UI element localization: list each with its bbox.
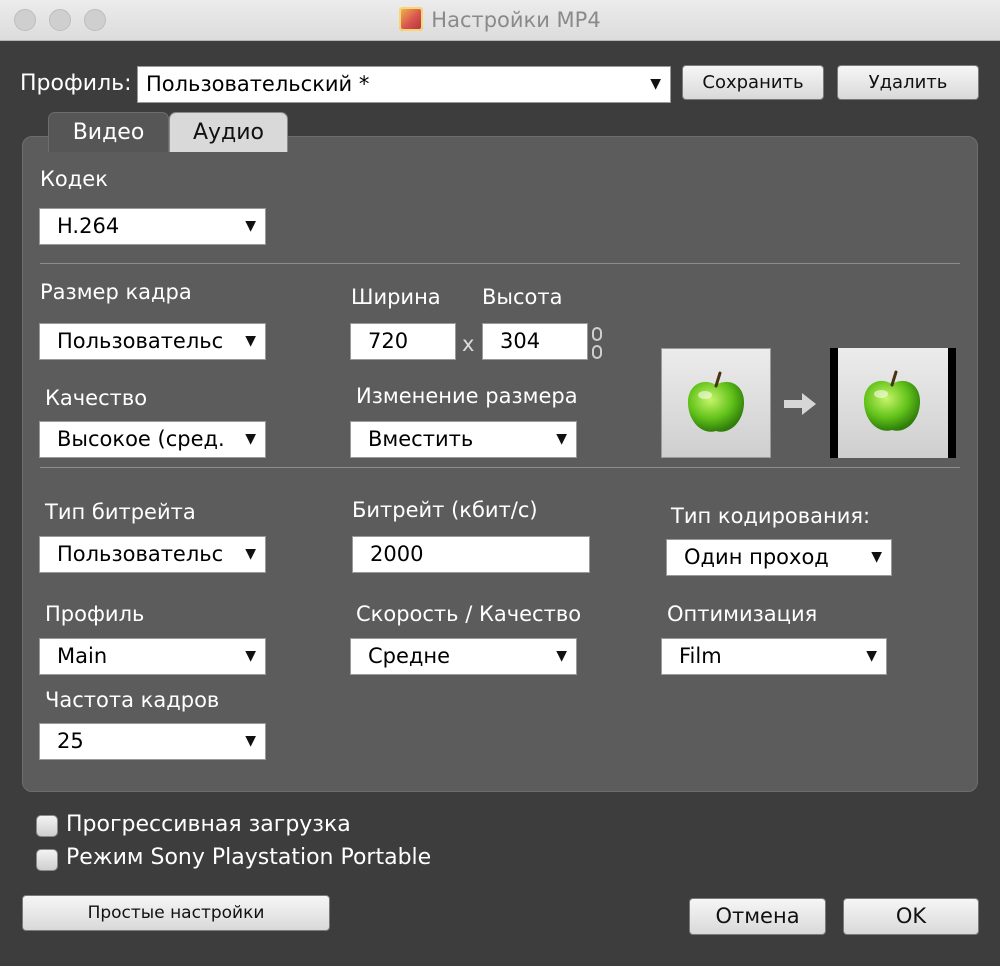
speed-quality-select-value: Средне	[368, 644, 451, 668]
progressive-label: Прогрессивная загрузка	[66, 812, 351, 837]
profile-select[interactable]: Пользовательский * ▼	[137, 66, 671, 103]
optimization-select[interactable]: Film ▼	[661, 638, 887, 675]
frame-size-label: Размер кадра	[40, 280, 192, 304]
chevron-down-icon: ▼	[245, 733, 256, 749]
height-label: Высота	[482, 285, 563, 309]
chevron-down-icon: ▼	[556, 648, 567, 664]
h264-profile-label: Профиль	[45, 602, 145, 626]
chevron-down-icon: ▼	[245, 431, 256, 447]
divider	[40, 263, 960, 264]
delete-button[interactable]: Удалить	[837, 65, 979, 100]
frame-size-select[interactable]: Пользовательс ▼	[39, 323, 266, 360]
h264-profile-select[interactable]: Main ▼	[39, 638, 266, 675]
ok-button[interactable]: OK	[843, 898, 979, 935]
link-aspect-icon[interactable]	[591, 327, 603, 359]
apple-icon	[687, 371, 745, 432]
frame-size-select-value: Пользовательс	[57, 329, 224, 353]
chevron-down-icon: ▼	[245, 648, 256, 664]
optimization-select-value: Film	[679, 644, 722, 668]
chevron-down-icon: ▼	[556, 431, 567, 447]
chevron-down-icon: ▼	[866, 648, 877, 664]
bitrate-type-label: Тип битрейта	[45, 500, 196, 524]
chevron-down-icon: ▼	[245, 333, 256, 349]
chevron-down-icon: ▼	[871, 549, 882, 565]
chevron-down-icon: ▼	[650, 76, 661, 92]
bitrate-type-select[interactable]: Пользовательс ▼	[39, 536, 266, 573]
h264-profile-select-value: Main	[57, 644, 108, 668]
bitrate-type-select-value: Пользовательс	[57, 542, 224, 566]
apple-icon	[863, 370, 921, 431]
encoding-type-select-value: Один проход	[684, 545, 829, 569]
quality-label: Качество	[45, 386, 148, 410]
codec-select-value: H.264	[57, 214, 120, 238]
progressive-checkbox[interactable]	[36, 815, 58, 837]
speed-quality-label: Скорость / Качество	[356, 602, 582, 626]
save-button[interactable]: Сохранить	[682, 65, 824, 100]
chevron-down-icon: ▼	[245, 546, 256, 562]
psp-label: Режим Sony Playstation Portable	[66, 845, 432, 870]
arrow-right-icon	[784, 393, 816, 415]
resize-label: Изменение размера	[356, 384, 578, 408]
quality-select-value: Высокое (сред.	[57, 427, 225, 451]
psp-checkbox[interactable]	[36, 849, 58, 871]
preview-result	[830, 348, 956, 458]
preview-result-frame	[838, 348, 948, 458]
preview-source	[661, 348, 771, 458]
times-sign: x	[462, 332, 475, 356]
width-label: Ширина	[351, 285, 441, 309]
speed-quality-select[interactable]: Средне ▼	[350, 638, 577, 675]
codec-select[interactable]: H.264 ▼	[39, 208, 266, 245]
title-bar: Настройки MP4	[0, 0, 1000, 41]
chevron-down-icon: ▼	[245, 218, 256, 234]
encoding-type-label: Тип кодирования:	[671, 504, 871, 528]
width-input[interactable]: 720	[350, 323, 456, 360]
profile-select-value: Пользовательский *	[146, 72, 370, 96]
tab-audio[interactable]: Аудио	[169, 112, 288, 152]
simple-settings-button[interactable]: Простые настройки	[22, 895, 330, 931]
resize-select[interactable]: Вместить ▼	[350, 421, 577, 458]
codec-label: Кодек	[40, 167, 108, 191]
frame-rate-select[interactable]: 25 ▼	[39, 723, 266, 760]
bitrate-label: Битрейт (кбит/с)	[352, 498, 538, 522]
divider	[40, 467, 960, 468]
window-title: Настройки MP4	[431, 8, 601, 32]
frame-rate-label: Частота кадров	[45, 688, 220, 712]
encoding-type-select[interactable]: Один проход ▼	[666, 539, 892, 576]
frame-rate-select-value: 25	[57, 729, 84, 753]
optimization-label: Оптимизация	[667, 602, 818, 626]
height-input[interactable]: 304	[482, 323, 588, 360]
app-icon	[399, 7, 424, 31]
resize-select-value: Вместить	[368, 427, 474, 451]
cancel-button[interactable]: Отмена	[689, 898, 826, 935]
profile-label: Профиль:	[20, 71, 132, 96]
quality-select[interactable]: Высокое (сред. ▼	[39, 421, 266, 458]
window-title-wrap: Настройки MP4	[0, 7, 1000, 32]
tab-video[interactable]: Видео	[48, 112, 169, 152]
bitrate-input[interactable]: 2000	[352, 536, 590, 573]
